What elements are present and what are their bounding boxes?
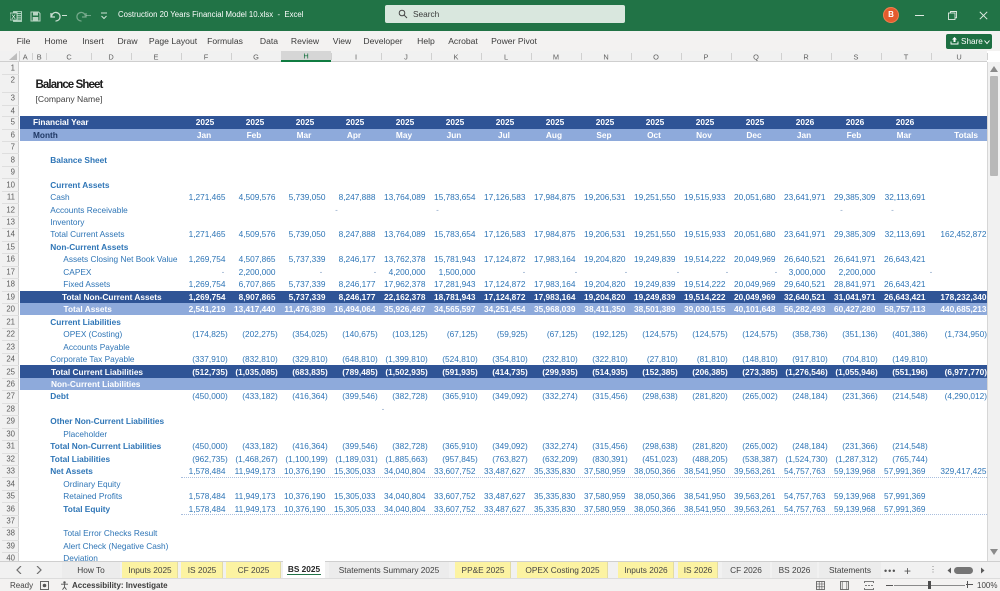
svg-text:X: X — [11, 14, 16, 21]
